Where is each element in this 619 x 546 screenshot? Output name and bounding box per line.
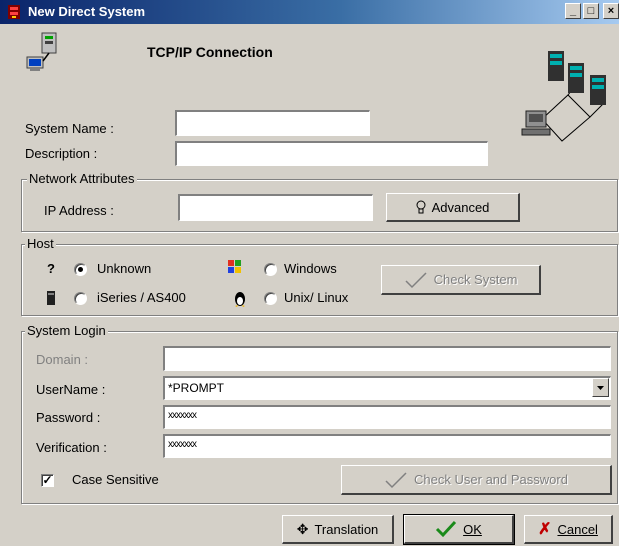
system-name-label: System Name :	[25, 121, 114, 136]
window-title: New Direct System	[28, 4, 146, 19]
username-dropdown-button[interactable]	[592, 378, 609, 397]
ip-address-label: IP Address :	[44, 203, 114, 218]
radio-unix-label: Unix/ Linux	[284, 290, 349, 305]
translation-label: Translation	[314, 521, 379, 537]
maximize-button[interactable]: □	[583, 3, 599, 19]
check-user-password-button[interactable]: Check User and Password	[341, 465, 612, 495]
checkmark-icon	[405, 271, 427, 288]
ok-label: OK	[463, 521, 482, 537]
case-sensitive-checkbox[interactable]: ✓	[41, 474, 54, 487]
radio-unix[interactable]	[264, 292, 277, 305]
move-arrows-icon: ✥	[296, 520, 309, 537]
system-login-legend: System Login	[25, 323, 108, 338]
check-system-label: Check System	[433, 272, 518, 287]
password-label: Password :	[36, 410, 101, 425]
radio-windows[interactable]	[264, 263, 277, 276]
page-title: TCP/IP Connection	[147, 44, 273, 60]
close-button[interactable]: ×	[603, 3, 619, 19]
cancel-label: Cancel	[557, 521, 598, 537]
close-x-icon: ✗	[538, 521, 552, 538]
translation-button[interactable]: ✥ Translation	[282, 515, 394, 544]
cancel-button[interactable]: ✗ Cancel	[524, 515, 613, 544]
app-icon	[8, 5, 20, 19]
radio-iseries[interactable]	[74, 292, 87, 305]
unknown-host-icon: ?	[47, 261, 55, 276]
radio-windows-label: Windows	[284, 261, 337, 276]
lightbulb-icon	[416, 200, 426, 214]
ok-button[interactable]: OK	[403, 514, 515, 545]
case-sensitive-label: Case Sensitive	[72, 472, 159, 487]
domain-label: Domain :	[36, 352, 89, 367]
check-user-password-label: Check User and Password	[414, 472, 568, 487]
network-servers-icon	[521, 51, 606, 142]
as400-icon	[47, 291, 55, 305]
network-attributes-legend: Network Attributes	[27, 171, 137, 186]
ip-address-input[interactable]	[178, 194, 373, 221]
windows-icon	[228, 260, 241, 273]
description-input[interactable]	[175, 141, 488, 166]
connection-icon	[26, 32, 57, 71]
username-value: *PROMPT	[168, 381, 225, 395]
checkmark-icon	[385, 471, 407, 488]
domain-input[interactable]	[163, 346, 611, 371]
host-legend: Host	[25, 236, 56, 251]
radio-unknown[interactable]	[74, 263, 87, 276]
verification-label: Verification :	[36, 440, 107, 455]
description-label: Description :	[25, 146, 98, 161]
linux-penguin-icon	[235, 292, 245, 307]
check-system-button[interactable]: Check System	[381, 265, 541, 295]
username-select[interactable]: *PROMPT	[163, 376, 611, 400]
minimize-button[interactable]: _	[565, 3, 581, 19]
checkmark-icon	[436, 520, 457, 538]
radio-unknown-label: Unknown	[97, 261, 152, 276]
system-name-input[interactable]	[175, 110, 370, 136]
advanced-label: Advanced	[431, 199, 490, 215]
radio-iseries-label: iSeries / AS400	[97, 290, 186, 305]
verification-input[interactable]: xxxxxxx	[163, 434, 611, 458]
password-input[interactable]: xxxxxxx	[163, 405, 611, 429]
chevron-down-icon	[597, 386, 604, 390]
advanced-button[interactable]: Advanced	[386, 193, 520, 222]
username-label: UserName :	[36, 382, 106, 397]
